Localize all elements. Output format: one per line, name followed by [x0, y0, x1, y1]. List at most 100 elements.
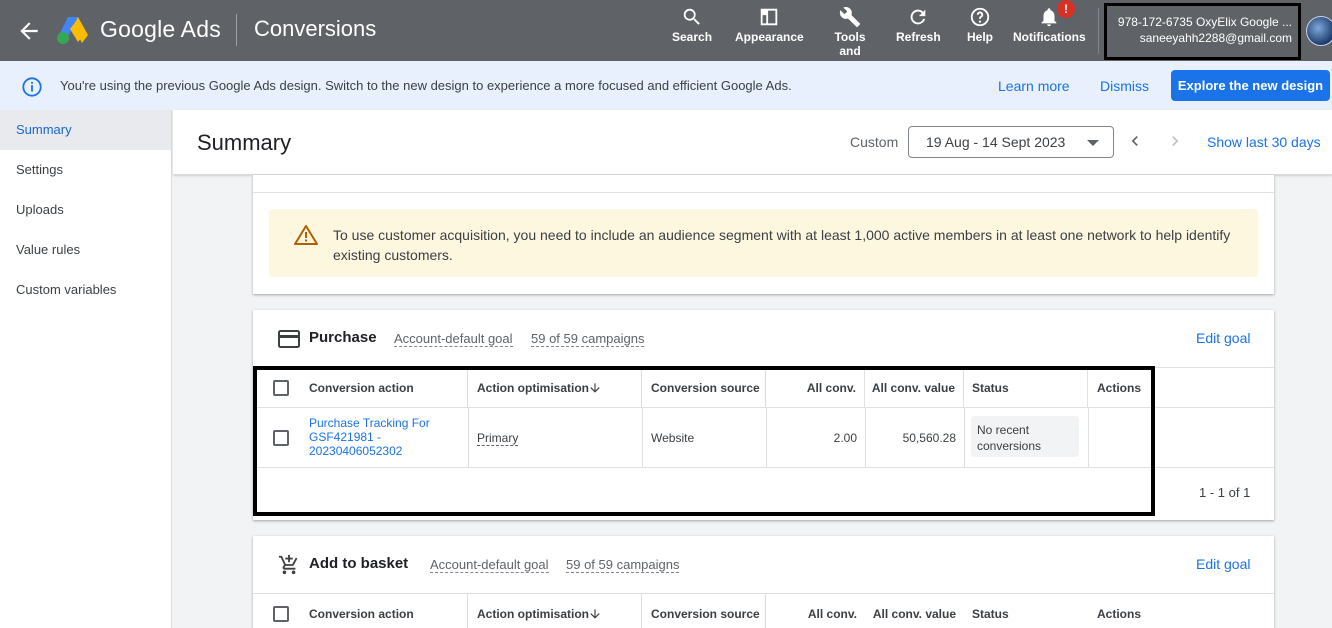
campaigns-link[interactable]: 59 of 59 campaigns	[531, 331, 645, 347]
appearance-tool-button[interactable]: Appearance	[735, 6, 804, 44]
page-title: Summary	[197, 130, 292, 155]
header-cell-all-conv: All conv.	[766, 368, 865, 407]
tools-tool-label: Tools and	[834, 30, 866, 58]
pagination-label: 1 - 1 of 1	[1199, 485, 1251, 500]
warning-text: To use customer acquisition, you need to…	[333, 227, 1231, 263]
account-email: saneeyahh2288@gmail.com	[1139, 31, 1292, 45]
header-conversion-action: Conversion action	[309, 381, 414, 395]
next-period-icon[interactable]	[1165, 131, 1185, 151]
goal-type-link[interactable]: Account-default goal	[394, 331, 513, 347]
previous-period-icon[interactable]	[1125, 131, 1145, 151]
add-shopping-cart-icon	[278, 554, 298, 575]
sidebar-item-summary[interactable]: Summary	[0, 110, 171, 150]
column-divider	[865, 408, 866, 467]
header-cell-all-conv-value: All conv. value	[865, 368, 964, 407]
header-status: Status	[972, 607, 1009, 621]
header-action-optimisation: Action optimisation	[477, 381, 589, 395]
sort-down-arrow-icon	[590, 609, 600, 619]
header-actions: Actions	[1097, 607, 1142, 621]
header-all-conv: All conv.	[806, 381, 856, 395]
goal-type-link[interactable]: Account-default goal	[430, 557, 549, 573]
header-all-conv-value: All conv. value	[871, 381, 955, 395]
sidebar-item-settings[interactable]: Settings	[0, 150, 171, 190]
custom-label: Custom	[850, 134, 899, 150]
select-all-checkbox[interactable]	[273, 606, 289, 622]
all-conv-value: 2.00	[833, 431, 857, 445]
refresh-icon	[910, 9, 926, 25]
chevron-down-icon	[1087, 140, 1099, 146]
sidebar-item-uploads[interactable]: Uploads	[0, 190, 171, 230]
edit-goal-button[interactable]: Edit goal	[1196, 556, 1250, 572]
goal-title: Add to basket	[309, 555, 409, 572]
search-icon	[683, 8, 700, 25]
search-tool-label: Search	[672, 30, 713, 44]
header-all-conv-value: All conv. value	[872, 607, 956, 621]
account-switcher[interactable]: 978-172-6735 OxyElix Google ... saneeyah…	[1104, 3, 1301, 60]
header-conversion-action: Conversion action	[309, 607, 414, 621]
warning-icon	[294, 225, 318, 245]
add-to-basket-goal-card: Add to basket Account-default goal 59 of…	[253, 536, 1274, 628]
all-conv-value-amount: 50,560.28	[902, 431, 956, 445]
sidebar: Summary Settings Uploads Value rules Cus…	[0, 110, 172, 628]
help-tool-button[interactable]: Help	[967, 6, 993, 44]
header-cell-status: Status	[964, 368, 1088, 407]
top-bar: Google Ads Conversions Search Appearance…	[0, 0, 1332, 61]
header-cell-all-conv: All conv.	[766, 594, 865, 628]
appearance-tool-label: Appearance	[735, 30, 804, 44]
column-divider	[766, 408, 767, 467]
dismiss-link[interactable]: Dismiss	[1100, 78, 1149, 94]
show-last-30-days-link[interactable]: Show last 30 days	[1207, 134, 1321, 150]
date-range-value: 19 Aug - 14 Sept 2023	[926, 134, 1066, 150]
credit-card-icon	[278, 330, 300, 348]
header-conversion-source: Conversion source	[651, 381, 760, 395]
campaigns-link[interactable]: 59 of 59 campaigns	[566, 557, 680, 573]
search-tool-button[interactable]: Search	[672, 6, 712, 44]
table-header: Conversion action Action optimisation Co…	[253, 367, 1274, 408]
wrench-icon	[839, 7, 861, 28]
explore-new-design-button[interactable]: Explore the new design	[1171, 70, 1330, 101]
action-optimisation-value[interactable]: Primary	[477, 431, 519, 446]
tools-tool-button[interactable]: Tools and	[834, 6, 866, 58]
notifications-tool-button[interactable]: Notifications !	[1013, 0, 1086, 44]
header-action-optimisation: Action optimisation	[477, 607, 589, 621]
card-divider	[253, 192, 1274, 193]
header-cell-action-optimisation[interactable]: Action optimisation	[468, 368, 642, 407]
sidebar-item-value-rules[interactable]: Value rules	[0, 230, 171, 270]
header-cell-conversion-source: Conversion source	[642, 368, 766, 407]
edit-goal-button[interactable]: Edit goal	[1196, 330, 1250, 346]
help-icon	[970, 7, 990, 27]
toolbar-divider	[1098, 8, 1099, 54]
notifications-tool-label: Notifications	[1013, 30, 1086, 44]
learn-more-link[interactable]: Learn more	[998, 78, 1070, 94]
table-header: Conversion action Action optimisation Co…	[253, 593, 1274, 628]
refresh-tool-button[interactable]: Refresh	[896, 6, 941, 44]
header-status: Status	[972, 381, 1009, 395]
header-conversion-source: Conversion source	[651, 607, 760, 621]
avatar[interactable]	[1306, 16, 1332, 46]
page-name: Conversions	[254, 16, 377, 41]
info-icon	[22, 77, 42, 97]
google-ads-logo-icon	[57, 17, 88, 44]
header-cell-action-optimisation[interactable]: Action optimisation	[468, 594, 642, 628]
back-arrow-icon[interactable]	[16, 18, 42, 44]
header-all-conv: All conv.	[807, 607, 857, 621]
header-cell-status: Status	[964, 594, 1088, 628]
title-divider	[236, 14, 237, 46]
conversion-action-link[interactable]: Purchase Tracking For GSF421981 - 202304…	[309, 416, 449, 458]
sort-down-arrow-icon	[590, 383, 600, 393]
purchase-goal-card: Purchase Account-default goal 59 of 59 c…	[253, 310, 1274, 520]
sidebar-item-custom-variables[interactable]: Custom variables	[0, 270, 171, 310]
goal-title: Purchase	[309, 329, 377, 346]
header-cell-conversion-action: Conversion action	[253, 594, 468, 628]
customer-acquisition-card: To use customer acquisition, you need to…	[253, 175, 1274, 294]
row-checkbox[interactable]	[273, 430, 289, 446]
column-divider	[642, 408, 643, 467]
summary-header: Summary Custom 19 Aug - 14 Sept 2023 Sho…	[173, 110, 1332, 175]
select-all-checkbox[interactable]	[273, 380, 289, 396]
conversion-source-value: Website	[651, 431, 695, 445]
date-range-select[interactable]: 19 Aug - 14 Sept 2023	[908, 126, 1114, 158]
column-divider	[1088, 408, 1089, 467]
header-cell-conversion-source: Conversion source	[642, 594, 766, 628]
header-cell-actions: Actions	[1088, 594, 1274, 628]
column-divider	[964, 408, 965, 467]
